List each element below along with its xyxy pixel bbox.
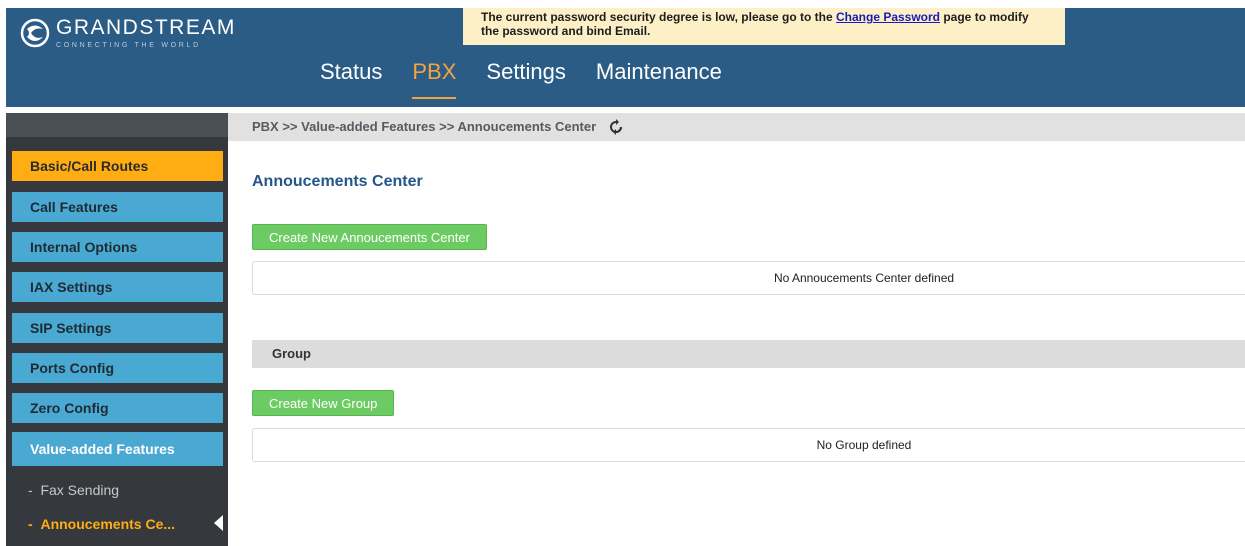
annoucements-center-empty-message: No Annoucements Center defined [252, 261, 1245, 295]
alert-text-before: The current password security degree is … [481, 10, 836, 24]
grandstream-logo[interactable]: GRANDSTREAM CONNECTING THE WORLD [20, 16, 236, 56]
group-section-header: Group [252, 340, 1245, 368]
sidebar-item-value-added-features[interactable]: Value-added Features [12, 432, 223, 466]
nav-pbx[interactable]: PBX [397, 58, 471, 99]
brand-tagline: CONNECTING THE WORLD [56, 42, 201, 49]
sidebar-item-internal-options[interactable]: Internal Options [12, 232, 223, 262]
sidebar-item-basic-call-routes[interactable]: Basic/Call Routes [12, 151, 223, 181]
sidebar-item-ports-config[interactable]: Ports Config [12, 353, 223, 383]
page-title: Annoucements Center [252, 173, 423, 190]
sidebar-top-strip [6, 113, 228, 137]
active-pointer-icon [214, 515, 223, 531]
breadcrumb-text: PBX >> Value-added Features >> Annouceme… [252, 119, 597, 134]
top-header: GRANDSTREAM CONNECTING THE WORLD The cur… [6, 8, 1245, 107]
create-group-button[interactable]: Create New Group [252, 390, 395, 416]
sidebar-item-call-features[interactable]: Call Features [12, 192, 223, 222]
sidebar-item-zero-config[interactable]: Zero Config [12, 393, 223, 423]
main-navigation: Status PBX Settings Maintenance [305, 58, 737, 99]
password-alert-banner: The current password security degree is … [463, 8, 1065, 45]
subitem-label: Annoucements Ce... [40, 516, 176, 532]
refresh-icon[interactable] [608, 119, 624, 135]
change-password-link[interactable]: Change Password [836, 10, 940, 24]
sidebar-subitem-fax-sending[interactable]: - Fax Sending [28, 482, 119, 498]
subitem-dash: - [28, 516, 41, 532]
sidebar-subitem-annoucements-center[interactable]: - Annoucements Ce... [28, 516, 175, 532]
nav-status[interactable]: Status [305, 58, 397, 92]
nav-settings[interactable]: Settings [471, 58, 581, 92]
subitem-label: Fax Sending [40, 482, 120, 498]
grandstream-logo-icon [20, 18, 50, 48]
brand-name: GRANDSTREAM [56, 16, 236, 39]
create-annoucements-center-button[interactable]: Create New Annoucements Center [252, 224, 487, 250]
sidebar-item-iax-settings[interactable]: IAX Settings [12, 272, 223, 302]
nav-maintenance[interactable]: Maintenance [581, 58, 737, 92]
breadcrumb: PBX >> Value-added Features >> Annouceme… [228, 113, 1245, 141]
sidebar-item-sip-settings[interactable]: SIP Settings [12, 313, 223, 343]
subitem-dash: - [28, 482, 41, 498]
group-empty-message: No Group defined [252, 428, 1245, 462]
